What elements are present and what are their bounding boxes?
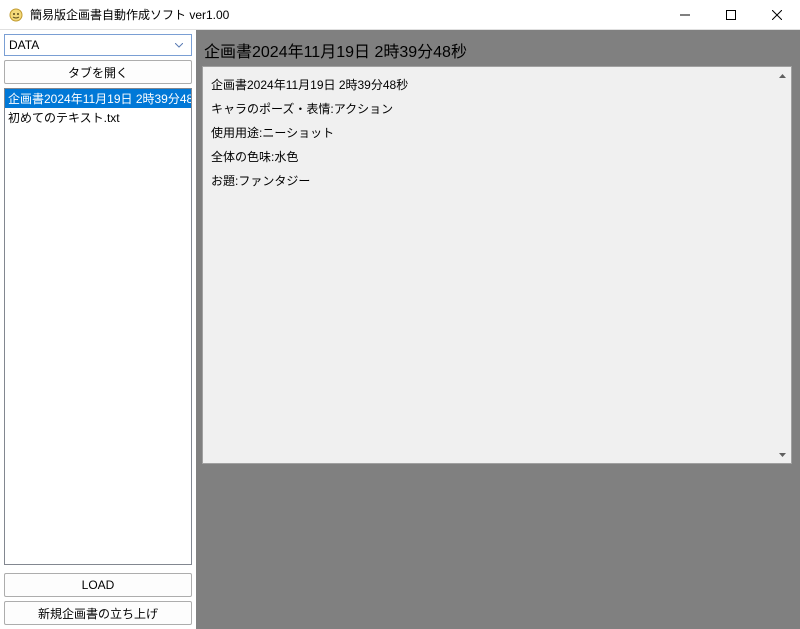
close-button[interactable] — [754, 0, 800, 29]
document-line: 全体の色味:水色 — [211, 145, 783, 169]
combo-value: DATA — [9, 38, 171, 52]
new-plan-button[interactable]: 新規企画書の立ち上げ — [4, 601, 192, 625]
window-title: 簡易版企画書自動作成ソフト ver1.00 — [30, 6, 662, 23]
load-button[interactable]: LOAD — [4, 573, 192, 597]
open-tab-label: タブを開く — [68, 64, 128, 81]
main-panel: 企画書2024年11月19日 2時39分48秒 企画書2024年11月19日 2… — [196, 30, 800, 629]
scroll-up-icon[interactable] — [774, 67, 791, 84]
sidebar: DATA タブを開く 企画書2024年11月19日 2時39分48秒初めてのテキ… — [0, 30, 196, 629]
document-line: キャラのポーズ・表情:アクション — [211, 97, 783, 121]
file-list-item[interactable]: 企画書2024年11月19日 2時39分48秒 — [5, 89, 191, 108]
document-title: 企画書2024年11月19日 2時39分48秒 — [196, 30, 800, 68]
document-line: 使用用途:ニーショット — [211, 121, 783, 145]
scroll-down-icon[interactable] — [774, 446, 791, 463]
open-tab-button[interactable]: タブを開く — [4, 60, 192, 84]
new-plan-label: 新規企画書の立ち上げ — [38, 605, 158, 622]
app-icon — [8, 7, 24, 23]
client-area: DATA タブを開く 企画書2024年11月19日 2時39分48秒初めてのテキ… — [0, 30, 800, 629]
load-label: LOAD — [82, 578, 115, 592]
titlebar: 簡易版企画書自動作成ソフト ver1.00 — [0, 0, 800, 30]
file-list[interactable]: 企画書2024年11月19日 2時39分48秒初めてのテキスト.txt — [4, 88, 192, 565]
data-combo[interactable]: DATA — [4, 34, 192, 56]
document-line: 企画書2024年11月19日 2時39分48秒 — [211, 73, 783, 97]
minimize-button[interactable] — [662, 0, 708, 29]
chevron-down-icon — [171, 35, 187, 55]
document-line: お題:ファンタジー — [211, 169, 783, 193]
document-body[interactable]: 企画書2024年11月19日 2時39分48秒キャラのポーズ・表情:アクション使… — [202, 66, 792, 464]
window-controls — [662, 0, 800, 29]
file-list-item[interactable]: 初めてのテキスト.txt — [5, 108, 191, 127]
bottom-buttons: LOAD 新規企画書の立ち上げ — [4, 573, 192, 625]
maximize-button[interactable] — [708, 0, 754, 29]
